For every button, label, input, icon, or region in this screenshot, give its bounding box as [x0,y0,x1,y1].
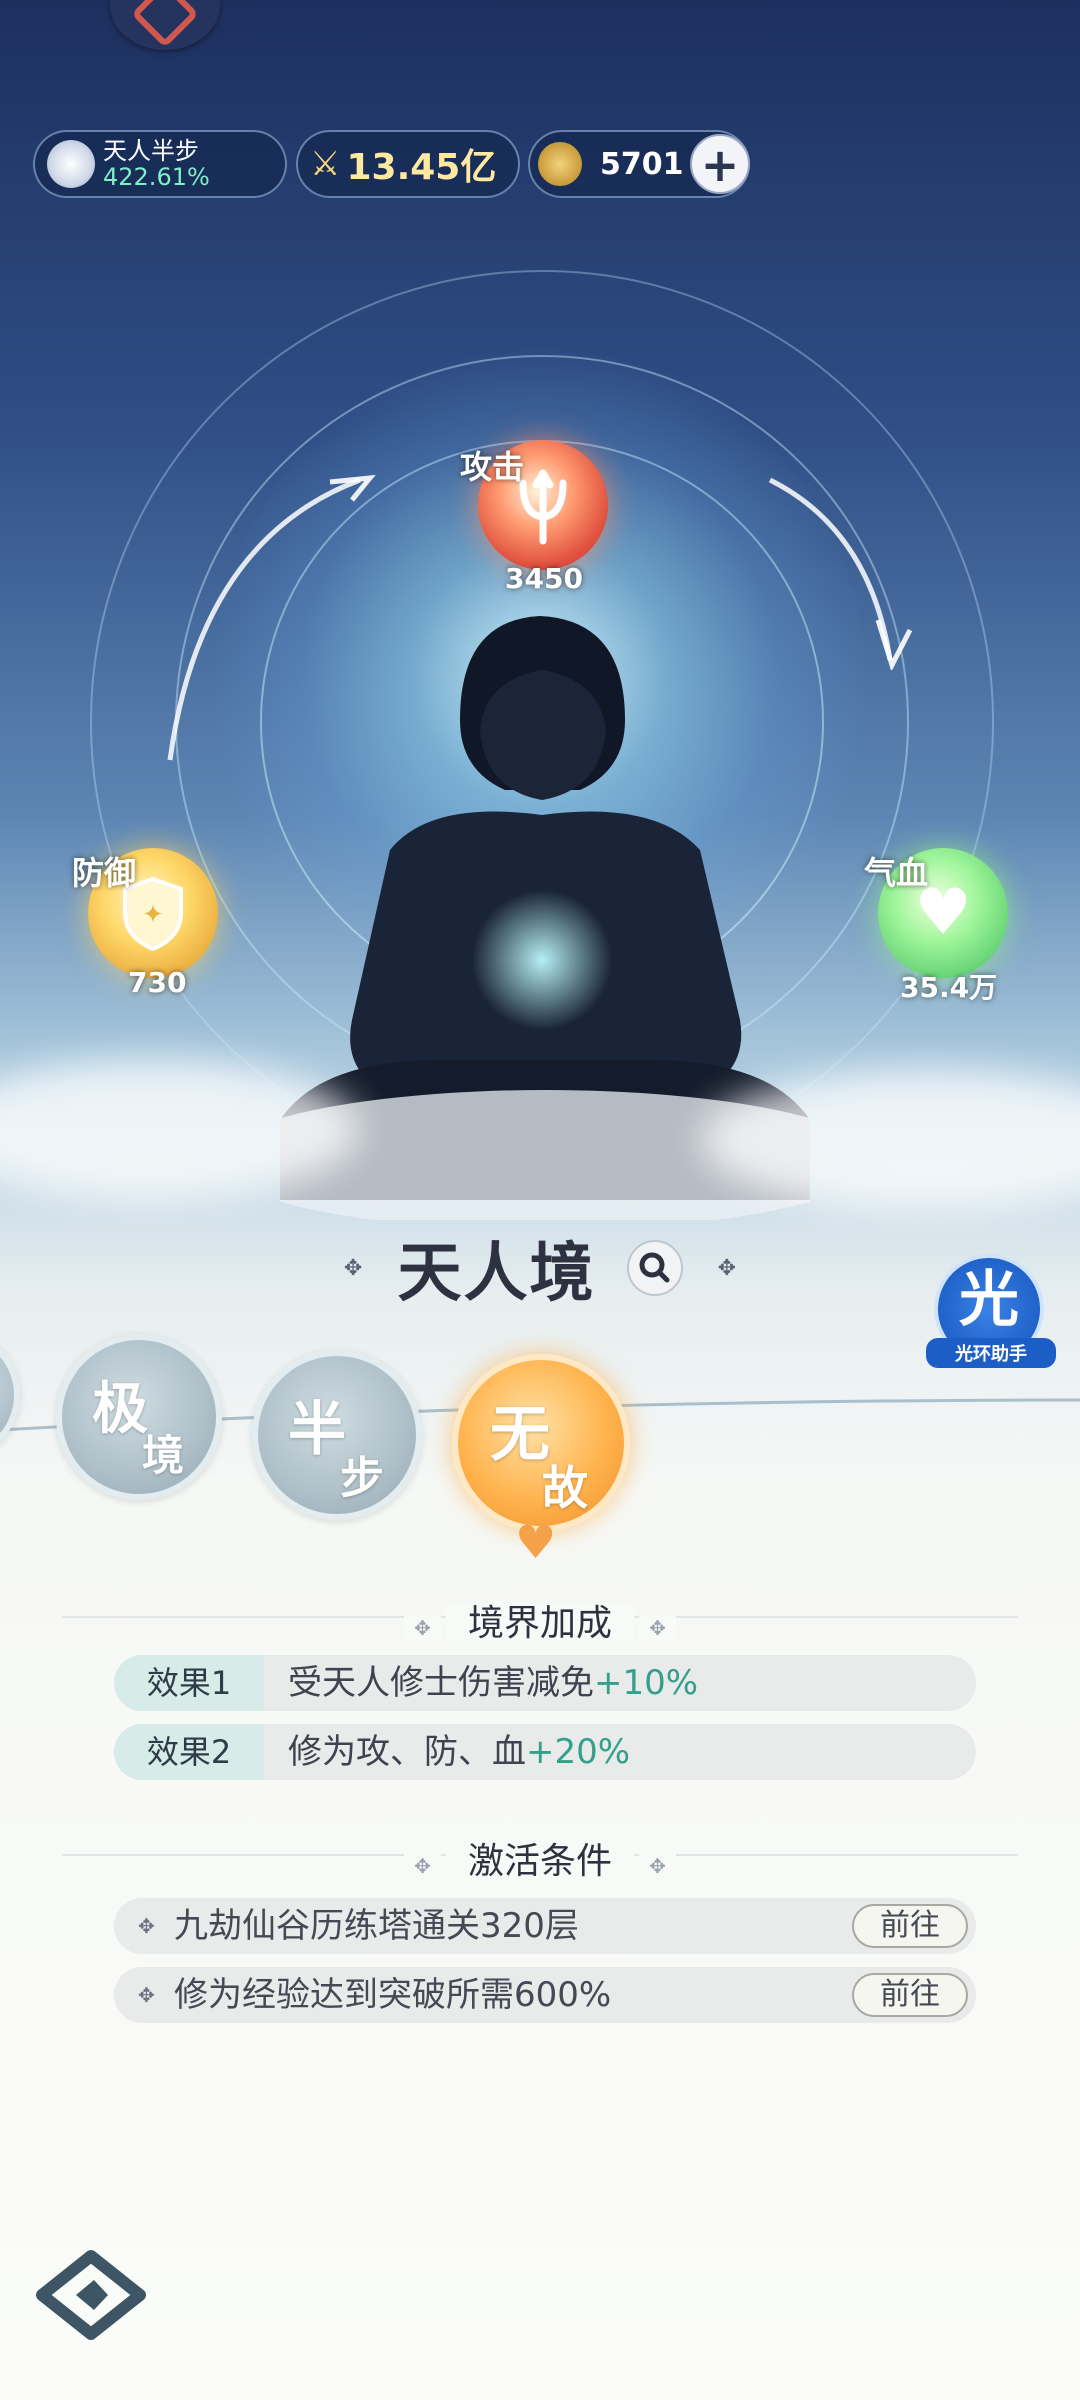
effect-tag: 效果2 [114,1724,264,1780]
realm-page: 天人半步 422.61% ⚔ 13.45亿 5701 + 攻击 3450 ✦ 防… [0,0,1080,2400]
defense-value: 730 [128,966,187,999]
bullet-icon: ✥ [138,1914,155,1938]
stage-node-3-active[interactable]: 无 故 [452,1354,630,1532]
bullet-icon: ✥ [138,1983,155,2007]
heading-decor-icon: ✥ [639,1616,676,1640]
currency-icon [538,142,582,186]
title-decor-right-icon: ✥ [717,1255,737,1281]
currency-amount: 5701 [600,146,684,182]
attack-label: 攻击 [460,448,525,486]
selected-chevron-icon: ♥ [515,1515,557,1569]
goto-button[interactable]: 前往 [852,1904,968,1948]
svg-text:✦: ✦ [142,900,164,930]
title-decor-left-icon: ✥ [343,1255,363,1281]
logo-glyph-icon [131,0,199,48]
realm-title-row: ✥ 天人境 ✥ [0,1222,1080,1314]
effect-row-2: 效果2 修为攻、防、血+20% [114,1724,976,1780]
realm-avatar-icon [47,140,95,188]
effect-row-1: 效果1 受天人修士伤害减免+10% [114,1655,976,1711]
stage-node-1[interactable]: 极 境 [56,1334,222,1500]
condition-text: 修为经验达到突破所需600% [174,1975,612,2015]
condition-text: 九劫仙谷历练塔通关320层 [174,1906,579,1946]
heading-decor-icon: ✥ [404,1854,441,1878]
top-menu-icon[interactable] [110,0,220,50]
helper-badge-glyph: 光 [959,1265,1019,1335]
hp-value: 35.4万 [900,971,998,1004]
heading-decor-icon: ✥ [404,1616,441,1640]
back-logo-icon[interactable] [36,2250,146,2340]
realm-status-pill[interactable]: 天人半步 422.61% [33,130,287,198]
combat-power-value: 13.45亿 [346,147,497,188]
bonus-heading-row: ✥ 境界加成 ✥ [0,1594,1080,1646]
realm-search-button[interactable] [626,1240,683,1296]
effect-text: 受天人修士伤害减免+10% [288,1663,699,1703]
goto-button[interactable]: 前往 [852,1973,968,2017]
heading-decor-icon: ✥ [639,1854,676,1878]
effect-bonus: +10% [594,1663,699,1703]
realm-name: 天人半步 [103,137,199,165]
realm-progress: 422.61% [103,163,210,191]
activation-heading-row: ✥ 激活条件 ✥ [0,1832,1080,1884]
activation-heading: 激活条件 [445,1841,634,1882]
add-currency-button[interactable]: + [690,134,750,194]
magnifier-icon [639,1252,670,1283]
bonus-heading: 境界加成 [445,1603,634,1644]
stage-node-2[interactable]: 半 步 [252,1350,422,1520]
defense-label: 防御 [72,854,137,892]
combat-power-pill[interactable]: ⚔ 13.45亿 [296,130,520,198]
realm-title: 天人境 [397,1237,596,1311]
attack-value: 3450 [505,562,583,595]
crossed-swords-icon: ⚔ [310,144,341,184]
condition-row-2: ✥ 修为经验达到突破所需600% 前往 [114,1967,976,2023]
effect-tag: 效果1 [114,1655,264,1711]
hp-label: 气血 [864,854,929,892]
effect-bonus: +20% [526,1732,631,1772]
currency-pill[interactable]: 5701 + [528,130,750,198]
effect-text: 修为攻、防、血+20% [288,1732,631,1772]
condition-row-1: ✥ 九劫仙谷历练塔通关320层 前往 [114,1898,976,1954]
